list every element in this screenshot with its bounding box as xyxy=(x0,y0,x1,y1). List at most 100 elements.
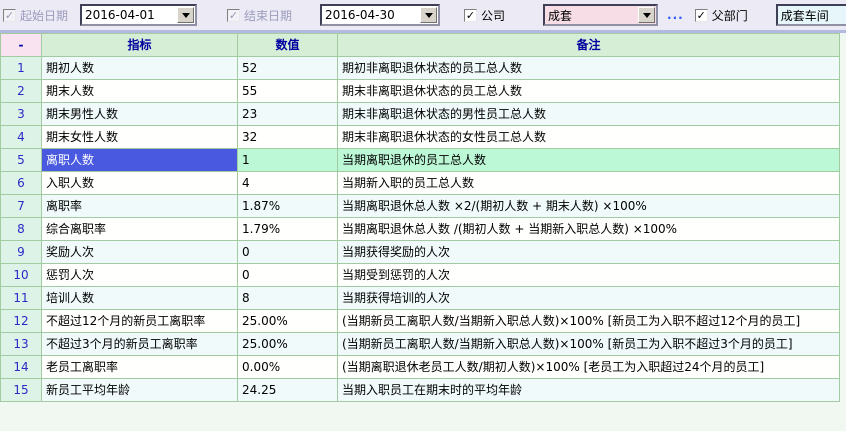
row-number[interactable]: 10 xyxy=(1,264,42,287)
row-number[interactable]: 3 xyxy=(1,103,42,126)
remark-cell[interactable]: (当期离职退休老员工人数/期初人数)×100% [老员工为入职超过24个月的员工… xyxy=(338,356,840,379)
indicator-cell[interactable]: 期初人数 xyxy=(42,57,238,80)
header-remark: 备注 xyxy=(338,34,840,57)
parent-dept-checkbox[interactable]: ✓ xyxy=(695,9,708,22)
company-dropdown-button[interactable] xyxy=(638,7,655,23)
value-cell[interactable]: 55 xyxy=(238,80,338,103)
remark-cell[interactable]: 期末非离职退休状态的女性员工总人数 xyxy=(338,126,840,149)
company-value: 成套 xyxy=(545,7,638,24)
row-number[interactable]: 9 xyxy=(1,241,42,264)
indicator-cell[interactable]: 老员工离职率 xyxy=(42,356,238,379)
indicator-cell[interactable]: 奖励人次 xyxy=(42,241,238,264)
remark-cell[interactable]: 当期新入职的员工总人数 xyxy=(338,172,840,195)
row-number[interactable]: 1 xyxy=(1,57,42,80)
remark-cell[interactable]: 当期入职员工在期末时的平均年龄 xyxy=(338,379,840,402)
value-cell[interactable]: 32 xyxy=(238,126,338,149)
row-number[interactable]: 6 xyxy=(1,172,42,195)
value-cell[interactable]: 1.79% xyxy=(238,218,338,241)
value-cell[interactable]: 0.00% xyxy=(238,356,338,379)
table-row: 8 综合离职率 1.79% 当期离职退休总人数 /(期初人数 + 当期新入职总人… xyxy=(1,218,840,241)
row-number[interactable]: 8 xyxy=(1,218,42,241)
header-indicator: 指标 xyxy=(42,34,238,57)
row-number[interactable]: 14 xyxy=(1,356,42,379)
remark-cell[interactable]: 当期获得奖励的人次 xyxy=(338,241,840,264)
remark-cell[interactable]: 期末非离职退休状态的员工总人数 xyxy=(338,80,840,103)
row-number[interactable]: 5 xyxy=(1,149,42,172)
row-number[interactable]: 13 xyxy=(1,333,42,356)
header-value: 数值 xyxy=(238,34,338,57)
indicator-cell[interactable]: 新员工平均年龄 xyxy=(42,379,238,402)
filter-toolbar: ✓ 起始日期 2016-04-01 ✓ 结束日期 2016-04-30 ✓ 公司… xyxy=(0,0,846,33)
indicator-cell[interactable]: 惩罚人次 xyxy=(42,264,238,287)
more-button[interactable]: ... xyxy=(667,8,684,22)
indicator-cell-selected[interactable]: 离职人数 xyxy=(42,149,238,172)
table-row: 2 期末人数 55 期末非离职退休状态的员工总人数 xyxy=(1,80,840,103)
row-number[interactable]: 7 xyxy=(1,195,42,218)
start-date-checkbox[interactable]: ✓ xyxy=(3,9,16,22)
remark-cell[interactable]: 期初非离职退休状态的员工总人数 xyxy=(338,57,840,80)
remark-cell[interactable]: 当期离职退休的员工总人数 xyxy=(338,149,840,172)
chevron-down-icon xyxy=(643,13,651,18)
table-row-selected: 5 离职人数 1 当期离职退休的员工总人数 xyxy=(1,149,840,172)
indicator-cell[interactable]: 入职人数 xyxy=(42,172,238,195)
row-number[interactable]: 11 xyxy=(1,287,42,310)
row-number[interactable]: 15 xyxy=(1,379,42,402)
remark-cell[interactable]: 当期离职退休总人数 ×2/(期初人数 + 期末人数) ×100% xyxy=(338,195,840,218)
chevron-down-icon xyxy=(182,13,190,18)
value-cell[interactable]: 8 xyxy=(238,287,338,310)
remark-cell[interactable]: 当期受到惩罚的人次 xyxy=(338,264,840,287)
table-row: 12 不超过12个月的新员工离职率 25.00% (当期新员工离职人数/当期新入… xyxy=(1,310,840,333)
indicator-cell[interactable]: 期末女性人数 xyxy=(42,126,238,149)
value-cell[interactable]: 23 xyxy=(238,103,338,126)
end-date-value: 2016-04-30 xyxy=(322,8,420,22)
table-row: 14 老员工离职率 0.00% (当期离职退休老员工人数/期初人数)×100% … xyxy=(1,356,840,379)
indicator-cell[interactable]: 不超过12个月的新员工离职率 xyxy=(42,310,238,333)
value-cell[interactable]: 1.87% xyxy=(238,195,338,218)
remark-cell[interactable]: 当期离职退休总人数 /(期初人数 + 当期新入职总人数) ×100% xyxy=(338,218,840,241)
value-cell[interactable]: 24.25 xyxy=(238,379,338,402)
table-row: 6 入职人数 4 当期新入职的员工总人数 xyxy=(1,172,840,195)
start-date-dropdown-button[interactable] xyxy=(177,7,194,23)
indicator-cell[interactable]: 期末人数 xyxy=(42,80,238,103)
end-date-checkbox[interactable]: ✓ xyxy=(227,9,240,22)
chevron-down-icon xyxy=(425,13,433,18)
table-row: 10 惩罚人次 0 当期受到惩罚的人次 xyxy=(1,264,840,287)
table-row: 3 期末男性人数 23 期末非离职退休状态的男性员工总人数 xyxy=(1,103,840,126)
value-cell[interactable]: 1 xyxy=(238,149,338,172)
indicator-cell[interactable]: 培训人数 xyxy=(42,287,238,310)
value-cell[interactable]: 0 xyxy=(238,241,338,264)
table-row: 1 期初人数 52 期初非离职退休状态的员工总人数 xyxy=(1,57,840,80)
indicator-cell[interactable]: 不超过3个月的新员工离职率 xyxy=(42,333,238,356)
remark-cell[interactable]: 当期获得培训的人次 xyxy=(338,287,840,310)
company-checkbox[interactable]: ✓ xyxy=(464,9,477,22)
header-index: - xyxy=(1,34,42,57)
row-number[interactable]: 4 xyxy=(1,126,42,149)
parent-dept-input[interactable]: 成套车间 xyxy=(776,4,846,26)
value-cell[interactable]: 25.00% xyxy=(238,333,338,356)
parent-dept-label: 父部门 xyxy=(712,7,748,24)
table-row: 9 奖励人次 0 当期获得奖励的人次 xyxy=(1,241,840,264)
start-date-combobox[interactable]: 2016-04-01 xyxy=(80,4,197,26)
value-cell[interactable]: 0 xyxy=(238,264,338,287)
indicator-cell[interactable]: 期末男性人数 xyxy=(42,103,238,126)
start-date-value: 2016-04-01 xyxy=(82,8,177,22)
company-label: 公司 xyxy=(481,7,505,24)
parent-dept-value: 成套车间 xyxy=(781,7,829,24)
grid-header-row: - 指标 数值 备注 xyxy=(1,34,840,57)
row-number[interactable]: 2 xyxy=(1,80,42,103)
remark-cell[interactable]: (当期新员工离职人数/当期新入职总人数)×100% [新员工为入职不超过3个月的… xyxy=(338,333,840,356)
company-combobox[interactable]: 成套 xyxy=(543,4,658,26)
value-cell[interactable]: 4 xyxy=(238,172,338,195)
row-number[interactable]: 12 xyxy=(1,310,42,333)
value-cell[interactable]: 25.00% xyxy=(238,310,338,333)
value-cell[interactable]: 52 xyxy=(238,57,338,80)
table-row: 15 新员工平均年龄 24.25 当期入职员工在期末时的平均年龄 xyxy=(1,379,840,402)
start-date-label: 起始日期 xyxy=(20,7,68,24)
end-date-combobox[interactable]: 2016-04-30 xyxy=(320,4,440,26)
remark-cell[interactable]: 期末非离职退休状态的男性员工总人数 xyxy=(338,103,840,126)
indicator-cell[interactable]: 离职率 xyxy=(42,195,238,218)
remark-cell[interactable]: (当期新员工离职人数/当期新入职总人数)×100% [新员工为入职不超过12个月… xyxy=(338,310,840,333)
indicator-cell[interactable]: 综合离职率 xyxy=(42,218,238,241)
end-date-dropdown-button[interactable] xyxy=(420,7,437,23)
table-row: 13 不超过3个月的新员工离职率 25.00% (当期新员工离职人数/当期新入职… xyxy=(1,333,840,356)
